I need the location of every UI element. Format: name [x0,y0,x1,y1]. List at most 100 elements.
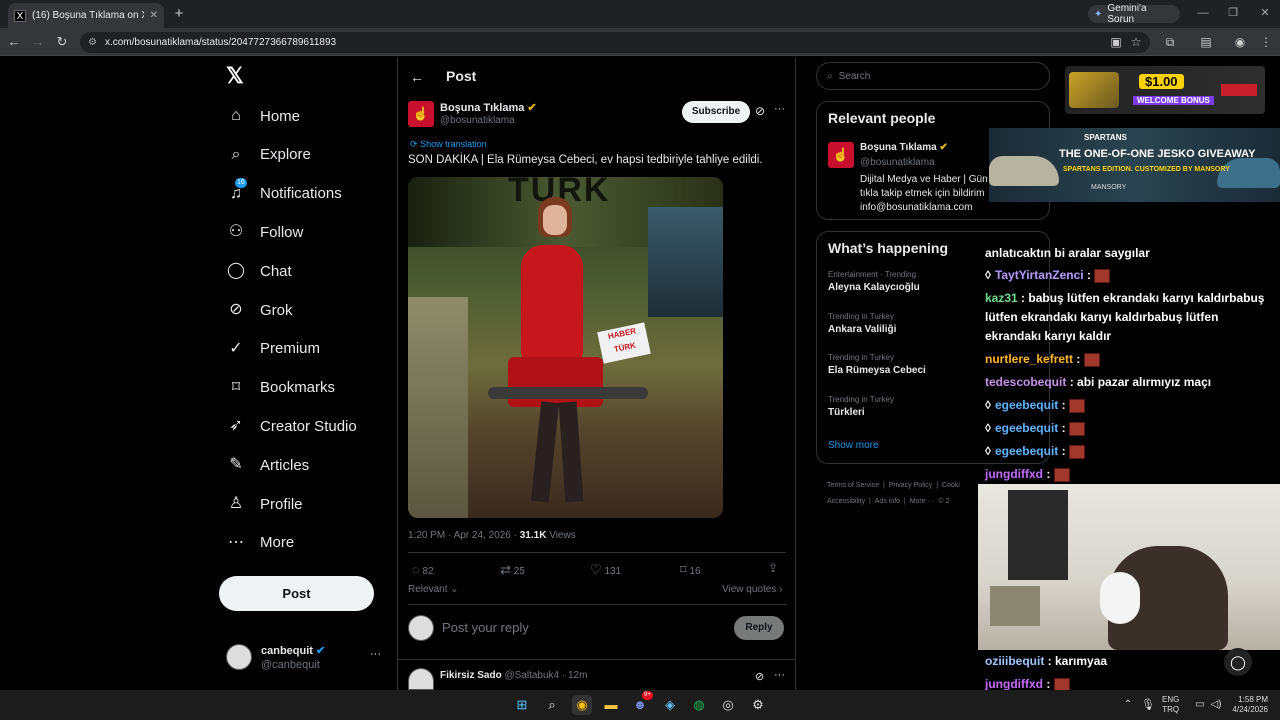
view-quotes-link[interactable]: View quotes › [722,584,782,595]
steam-icon[interactable]: ◈ [660,695,680,715]
trend-item[interactable]: Trending in Turkey Türkleri [828,395,894,418]
discord-icon[interactable]: ☻ 9+ [630,691,653,715]
nav-item-notifications[interactable]: ♫ 16 Notifications [220,177,390,211]
reload-icon[interactable]: ↻ [54,34,70,50]
tray-chevron-icon[interactable]: ⌃ [1118,695,1138,715]
chat-username[interactable]: nurtlere_kefrett [985,352,1073,366]
nav-item-more[interactable]: ⋯ More [220,526,390,560]
search-input[interactable]: ⌕ Search [816,62,1050,90]
browser-tab[interactable]: X (16) Boşuna Tıklama on X: "SO… ✕ [8,3,164,28]
chat-username[interactable]: TaytYirtanZenci [995,268,1084,282]
trend-item[interactable]: Trending in Turkey Ela Rümeysa Cebeci [828,353,926,376]
chat-username[interactable]: egeebequit [995,444,1058,458]
start-icon[interactable]: ⊞ [512,695,532,715]
grok-icon[interactable]: ⊘ [755,104,765,118]
leg-left [530,401,560,503]
profile-icon[interactable]: ◉ [1232,34,1248,50]
trend-name: Ankara Valiliği [828,323,897,335]
nav-item-creator-studio[interactable]: ➶ Creator Studio [220,409,390,443]
obs-icon[interactable]: ◎ [718,695,738,715]
nav-item-follow[interactable]: ⚇ Follow [220,215,390,249]
share-icon[interactable]: ⇪ [768,561,778,575]
address-bar[interactable]: ⚙ x.com/bosunatiklama/status/20477273667… [80,32,1150,53]
chrome-icon[interactable]: ◉ [572,695,592,715]
x-favicon-icon: X [14,9,26,22]
studio-monitors [648,207,723,317]
person-handle[interactable]: @bosunatiklama [860,157,935,168]
chat-username[interactable]: egeebequit [995,421,1058,435]
nav-item-bookmarks[interactable]: ⌑ Bookmarks [220,371,390,405]
search-taskbar-icon[interactable]: ⌕ [542,695,562,715]
trend-item[interactable]: Entertainment · Trending Aleyna Kalaycıoğ… [828,270,920,293]
show-translation-link[interactable]: ⟳ Show translation [410,139,487,150]
reply-button[interactable]: Reply [734,616,784,640]
chat-username[interactable]: kaz31 [985,291,1018,305]
chat-username[interactable]: egeebequit [995,398,1058,412]
next-reply-grok-icon[interactable]: ⊘ [755,670,764,683]
forward-icon[interactable]: → [30,34,46,50]
new-tab-button[interactable]: + [170,5,188,23]
menu-icon[interactable]: ⋮ [1258,34,1274,50]
bookmark-icon: ⌑ [680,562,687,577]
repost-count-button[interactable]: ⇄ 25 [500,562,525,578]
back-arrow-icon[interactable]: ← [410,69,424,85]
person-avatar[interactable]: ☝ [828,142,854,168]
minimize-button[interactable]: — [1190,4,1216,22]
maximize-button[interactable]: ❐ [1220,4,1246,22]
chat-text: : [1042,467,1054,481]
back-icon[interactable]: ← [6,34,22,50]
nav-item-grok[interactable]: ⊘ Grok [220,293,390,327]
nav-item-articles[interactable]: ✎ Articles [220,448,390,482]
relevant-dropdown[interactable]: Relevant ⌄ [408,584,459,595]
close-tab-icon[interactable]: ✕ [150,10,158,21]
like-count-button[interactable]: ♡ 131 [590,562,621,578]
spotify-icon[interactable]: ◍ [689,695,709,715]
reply-input[interactable]: Post your reply [442,620,529,635]
side-panel-icon[interactable]: ▤ [1198,34,1214,50]
post-more-icon[interactable]: ··· [774,103,785,115]
site-info-icon[interactable]: ⚙ [88,37,97,48]
clock[interactable]: 1:58 PM 4/24/2026 [1228,695,1268,715]
next-reply-avatar[interactable] [408,668,434,690]
bookmark-count-button[interactable]: ⌑ 16 [680,562,701,578]
nav-item-chat[interactable]: ◯ Chat [220,254,390,288]
language-indicator[interactable]: ENG TRQ [1162,695,1179,715]
post-image[interactable]: TÜRK HABER TÜRK [408,177,723,518]
chat-bubble-icon[interactable]: ◯ [1224,648,1252,676]
bookmark-star-icon[interactable]: ☆ [1128,34,1144,50]
extensions-icon[interactable]: ⧉ [1162,34,1178,50]
file-explorer-icon[interactable]: ▬ [601,695,621,715]
chat-username[interactable]: jungdiffxd [985,677,1043,691]
reply-count-button[interactable]: ◌ 82 [412,562,434,577]
chat-text: anlatıcaktın bi aralar saygılar [985,246,1150,260]
post-button[interactable]: Post [219,576,374,611]
account-switcher[interactable]: canbequit ✔ @canbequit ··· [226,642,386,674]
chat-username[interactable]: tedescobequit [985,375,1066,389]
relevant-people-title: Relevant people [828,110,936,126]
settings-icon[interactable]: ⚙ [748,695,768,715]
author-avatar[interactable]: ☝ [408,101,434,127]
nav-item-explore[interactable]: ⌕ Explore [220,138,390,172]
account-more-icon[interactable]: ··· [370,648,381,660]
post-column: ← Post ☝ Boşuna Tıklama ✔ @bosunatiklama… [397,58,796,690]
gemini-button[interactable]: ✦ Gemini'a Sorun [1088,3,1180,25]
next-reply-more-icon[interactable]: ··· [774,669,785,681]
volume-icon[interactable]: ◁) [1206,695,1226,715]
install-app-icon[interactable]: ▣ [1108,34,1124,50]
ad-car-right [1217,158,1280,188]
subscribe-button[interactable]: Subscribe [682,101,750,123]
author-name[interactable]: Boşuna Tıklama ✔ [440,101,537,114]
x-logo-icon[interactable]: 𝕏 [226,65,248,87]
nav-item-profile[interactable]: ♙ Profile [220,487,390,521]
show-more-link[interactable]: Show more [828,440,879,451]
nav-item-home[interactable]: ⌂ Home [220,99,390,133]
author-handle[interactable]: @bosunatiklama [440,115,515,126]
close-window-button[interactable]: ✕ [1252,4,1278,22]
chat-text: : [1083,268,1095,282]
chat-username[interactable]: oziiibequit [985,654,1044,668]
nav-item-premium[interactable]: ✓ Premium [220,332,390,366]
person-name[interactable]: Boşuna Tıklama ✔ [860,142,948,153]
chat-username[interactable]: jungdiffxd [985,467,1043,481]
mic-icon[interactable]: 🎙 [1138,695,1158,715]
trend-item[interactable]: Trending in Turkey Ankara Valiliği [828,312,896,335]
